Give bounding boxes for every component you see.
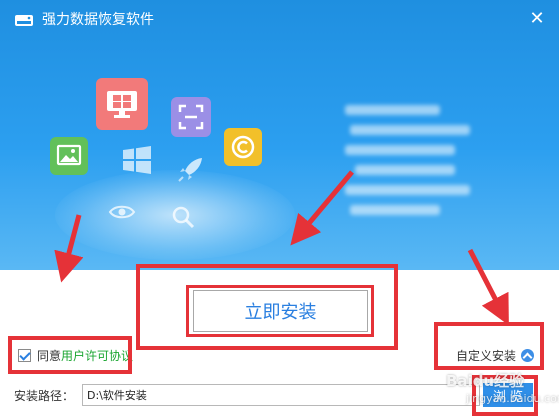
watermark-sub: jingyan.baidu.com bbox=[466, 392, 559, 405]
windows-icon bbox=[123, 146, 151, 174]
window-title: 强力数据恢复软件 bbox=[42, 12, 154, 28]
install-path-label-wrap: 安装路径： bbox=[14, 383, 74, 407]
installer-window: 强力数据恢复软件 ✕ 立即安装 同意 用户许可协议 自定义安装 安装路径： D:… bbox=[0, 0, 559, 416]
hero-banner: 强力数据恢复软件 ✕ bbox=[0, 0, 559, 270]
highlight-agreement bbox=[8, 336, 132, 374]
app-logo-icon bbox=[15, 15, 33, 26]
highlight-custom-install bbox=[434, 322, 544, 370]
title-bar: 强力数据恢复软件 ✕ bbox=[0, 0, 559, 40]
install-path-input[interactable] bbox=[82, 384, 480, 406]
blurred-description bbox=[345, 105, 475, 230]
close-button[interactable]: ✕ bbox=[526, 8, 548, 30]
monitor-icon bbox=[96, 78, 148, 130]
install-path-label: 安装路径： bbox=[14, 388, 75, 403]
eye-icon bbox=[108, 205, 136, 219]
highlight-install-inner bbox=[186, 285, 374, 337]
image-icon bbox=[50, 137, 88, 175]
rocket-icon bbox=[178, 158, 202, 182]
scan-icon bbox=[171, 97, 211, 137]
copyright-icon bbox=[224, 128, 262, 166]
search-icon bbox=[172, 206, 195, 229]
watermark: Baidu经验 bbox=[446, 372, 525, 390]
